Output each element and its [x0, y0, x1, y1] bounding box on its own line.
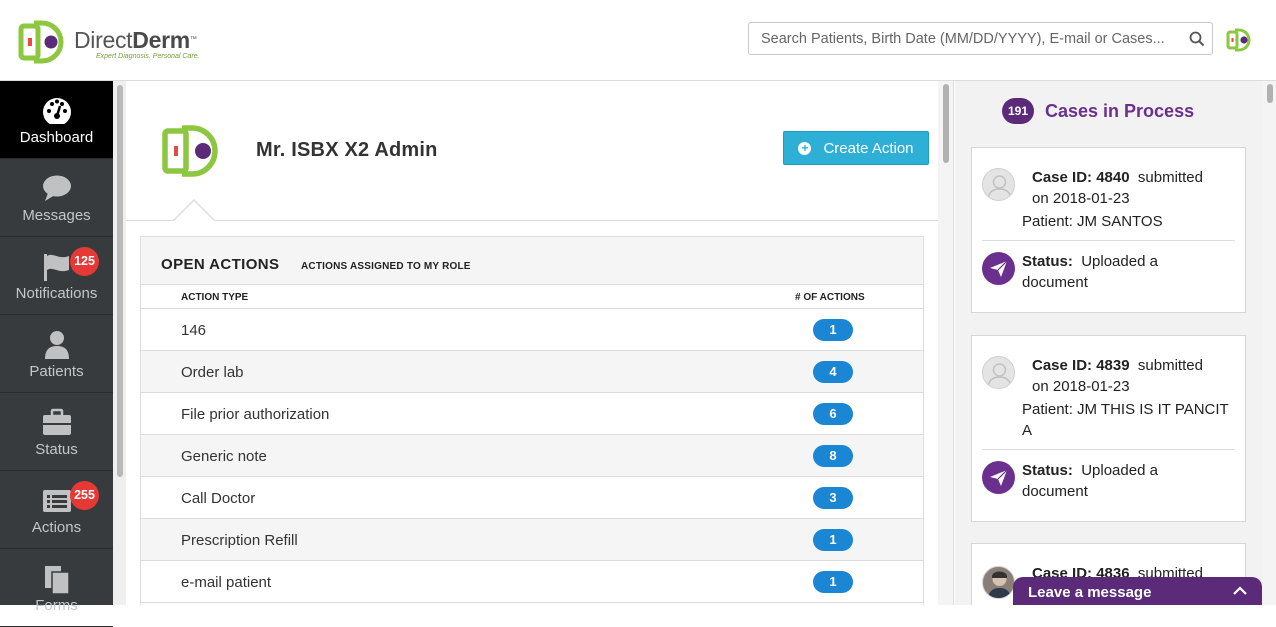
- paper-plane-icon: [982, 252, 1015, 285]
- sidebar-item-label: Patients: [29, 363, 84, 380]
- cases-scrollbar[interactable]: [1263, 81, 1276, 605]
- action-count-pill[interactable]: 6: [813, 403, 853, 425]
- case-status: Status: Uploaded a document: [1022, 462, 1158, 500]
- action-type: File prior authorization: [181, 406, 330, 423]
- table-row[interactable]: Prescription Refill 1: [141, 519, 923, 561]
- sidebar-item-label: Forms: [35, 597, 78, 614]
- case-date: on 2018-01-23: [1032, 190, 1130, 207]
- sidebar-item-messages[interactable]: Messages: [0, 159, 113, 237]
- sidebar-item-dashboard[interactable]: Dashboard: [0, 81, 113, 159]
- sidebar-item-status[interactable]: Status: [0, 393, 113, 471]
- column-action-type: ACTION TYPE: [181, 292, 249, 303]
- table-row[interactable]: Generic note 8: [141, 435, 923, 477]
- column-action-count: # OF ACTIONS: [795, 292, 865, 303]
- case-date: on 2018-01-23: [1032, 378, 1130, 395]
- leave-message-label: Leave a message: [1028, 584, 1152, 601]
- sidebar-nav: Dashboard Messages 125 Notifications Pat…: [0, 81, 113, 627]
- user-menu-logo-icon[interactable]: [1226, 28, 1254, 52]
- search-icon[interactable]: [1189, 31, 1205, 47]
- create-action-button[interactable]: + Create Action: [783, 131, 929, 165]
- sidebar-item-label: Status: [35, 441, 78, 458]
- sidebar-item-patients[interactable]: Patients: [0, 315, 113, 393]
- directderm-logo-mark-icon: [18, 20, 64, 64]
- directderm-logo[interactable]: DirectDerm™ Expert Diagnosis. Personal C…: [18, 20, 200, 64]
- action-type: Generic note: [181, 448, 267, 465]
- default-avatar-icon: [987, 363, 1012, 388]
- chevron-up-icon: [1233, 586, 1247, 595]
- cases-panel: 191 Cases in Process Case ID: 4840 submi…: [955, 81, 1263, 605]
- sidebar-item-label: Dashboard: [19, 129, 94, 146]
- case-patient: Patient: JM SANTOS: [1022, 213, 1163, 230]
- table-row[interactable]: File prior authorization 6: [141, 393, 923, 435]
- create-action-label: Create Action: [823, 139, 914, 157]
- patient-avatar-photo: [982, 566, 1015, 599]
- profile-name: Mr. ISBX X2 Admin: [256, 139, 438, 161]
- action-type: Call Doctor: [181, 490, 256, 507]
- open-actions-subtitle: ACTIONS ASSIGNED TO MY ROLE: [301, 261, 471, 272]
- case-id-line: Case ID: 4839 submitted: [1032, 357, 1203, 374]
- notifications-count-badge: 125: [70, 247, 99, 276]
- sidebar-item-forms[interactable]: Forms: [0, 549, 113, 627]
- cases-count-badge: 191: [1002, 98, 1034, 124]
- action-count-pill[interactable]: 1: [813, 571, 853, 593]
- table-row[interactable]: Call Doctor 3: [141, 477, 923, 519]
- action-type: Order lab: [181, 364, 244, 381]
- table-row[interactable]: 146 1: [141, 309, 923, 351]
- action-count-pill[interactable]: 4: [813, 361, 853, 383]
- open-actions-panel: OPEN ACTIONS ACTIONS ASSIGNED TO MY ROLE…: [140, 236, 924, 605]
- case-status: Status: Uploaded a document: [1022, 253, 1158, 291]
- table-row[interactable]: e-mail patient 1: [141, 561, 923, 603]
- sidebar-item-label: Messages: [22, 207, 91, 224]
- plus-circle-icon: +: [798, 141, 812, 155]
- open-actions-header: OPEN ACTIONS ACTIONS ASSIGNED TO MY ROLE: [141, 237, 923, 285]
- action-count-pill[interactable]: 1: [813, 319, 853, 341]
- case-id-line: Case ID: 4840 submitted: [1032, 169, 1203, 186]
- action-count-pill[interactable]: 8: [813, 445, 853, 467]
- patient-avatar: [982, 168, 1015, 201]
- cases-header: 191 Cases in Process: [1002, 98, 1194, 124]
- search-input[interactable]: [749, 23, 1179, 54]
- sidebar-item-label: Actions: [31, 519, 82, 536]
- case-card[interactable]: Case ID: 4839 submitted on 2018-01-23 Pa…: [971, 335, 1246, 522]
- profile-logo-icon: [162, 125, 218, 177]
- chat-bubble-icon: [42, 175, 71, 201]
- list-card-icon: [42, 490, 71, 512]
- sidebar-scrollbar[interactable]: [113, 81, 126, 605]
- sidebar-item-actions[interactable]: 255 Actions: [0, 471, 113, 549]
- person-icon: [44, 331, 69, 359]
- actions-count-badge: 255: [70, 481, 99, 510]
- table-header: ACTION TYPE # OF ACTIONS: [141, 285, 923, 309]
- brand-name: DirectDerm™: [74, 27, 197, 53]
- patient-avatar: [982, 356, 1015, 389]
- search-box: [748, 22, 1213, 55]
- open-actions-title: OPEN ACTIONS: [161, 256, 280, 273]
- case-card[interactable]: Case ID: 4840 submitted on 2018-01-23 Pa…: [971, 147, 1246, 313]
- profile-header: Mr. ISBX X2 Admin + Create Action: [126, 81, 938, 221]
- top-bar: DirectDerm™ Expert Diagnosis. Personal C…: [0, 0, 1276, 81]
- sidebar-item-notifications[interactable]: 125 Notifications: [0, 237, 113, 315]
- brand-tagline: Expert Diagnosis. Personal Care.: [96, 53, 200, 60]
- leave-message-chat-button[interactable]: Leave a message: [1013, 577, 1262, 605]
- documents-icon: [44, 566, 70, 594]
- actions-table-body: 146 1 Order lab 4 File prior authorization…: [141, 309, 923, 603]
- main-content: Mr. ISBX X2 Admin + Create Action OPEN A…: [126, 81, 938, 605]
- default-avatar-icon: [987, 175, 1012, 200]
- action-type: Prescription Refill: [181, 532, 298, 549]
- action-count-pill[interactable]: 3: [813, 487, 853, 509]
- action-count-pill[interactable]: 1: [813, 529, 853, 551]
- sidebar-item-label: Notifications: [15, 285, 98, 302]
- main-scrollbar[interactable]: [938, 81, 954, 605]
- paper-plane-icon: [982, 461, 1015, 494]
- cases-title: Cases in Process: [1045, 100, 1195, 121]
- flag-icon: [43, 254, 69, 281]
- table-row[interactable]: Order lab 4: [141, 351, 923, 393]
- dashboard-gauge-icon: [42, 98, 71, 124]
- briefcase-icon: [42, 408, 71, 435]
- case-patient: Patient: JM THIS IS IT PANCIT A: [1022, 401, 1229, 439]
- action-type: 146: [181, 322, 207, 339]
- action-type: e-mail patient: [181, 574, 272, 591]
